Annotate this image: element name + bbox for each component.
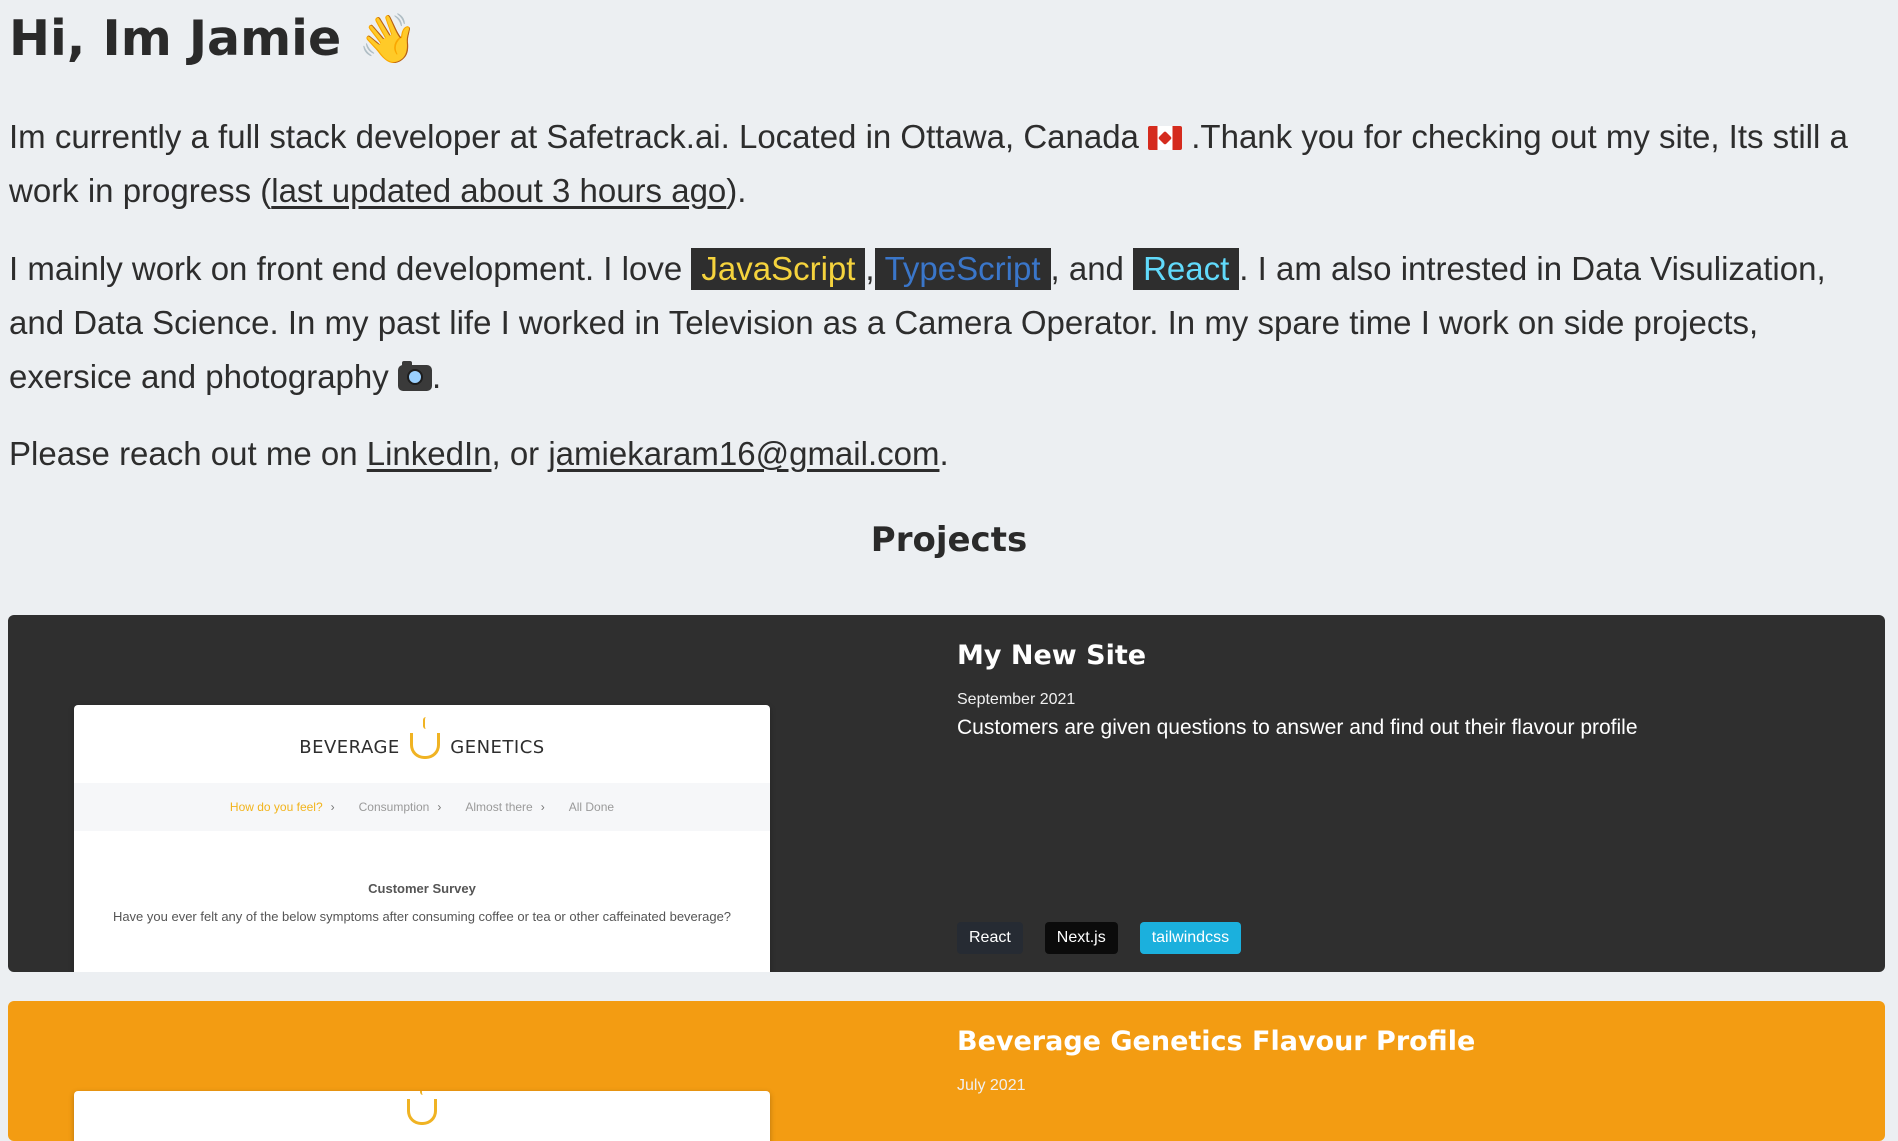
project-card-beverage-genetics[interactable]: Beverage Genetics Flavour Profile July 2… [8,1001,1885,1141]
preview-brand-left: BEVERAGE [299,737,400,758]
preview-survey-question: Have you ever felt any of the below symp… [112,909,732,924]
project-preview-image: BEVERAGE GENETICS How do you feel? › Cons… [74,705,770,972]
tag-react: React [957,922,1023,954]
project-info: My New Site September 2021 Customers are… [957,639,1865,743]
tag-nextjs: Next.js [1044,922,1118,954]
preview-step: Almost there › [465,800,545,814]
chevron-right-icon: › [437,800,442,814]
contact-or: , or [491,435,540,472]
intro-text-end: ). [726,172,747,209]
intro-paragraph: Im currently a full stack developer at S… [9,110,1889,218]
linkedin-link[interactable]: LinkedIn [367,435,492,472]
project-info: Beverage Genetics Flavour Profile July 2… [957,1025,1865,1097]
preview-steps: How do you feel? › Consumption › Almost th… [74,783,770,831]
projects-heading: Projects [870,520,1028,560]
camera-icon [397,361,432,391]
preview-brand-logo: BEVERAGE GENETICS [74,717,770,759]
project-description: Customers are given questions to answer … [957,716,1638,739]
react-highlight: React [1133,248,1240,290]
preview-brand-right: GENETICS [450,737,545,758]
preview-step: All Done [568,800,615,814]
hero-title-text: Hi, Im Jamie [9,10,342,67]
contact-text: Please reach out me on [9,435,358,472]
intro-text: Im currently a full stack developer at S… [9,118,1139,155]
preview-step: Consumption › [358,800,442,814]
skills-and: , and [1050,250,1124,287]
coffee-cup-icon [410,717,441,759]
canada-flag-icon [1148,126,1183,150]
javascript-highlight: JavaScript [691,248,866,290]
contact-paragraph: Please reach out me on LinkedIn, or jami… [9,427,1889,481]
skills-text: I mainly work on front end development. … [9,250,683,287]
project-card-my-new-site[interactable]: BEVERAGE GENETICS How do you feel? › Cons… [8,615,1885,972]
project-date: September 2021 [957,691,1076,708]
skills-paragraph: I mainly work on front end development. … [9,242,1889,404]
project-tags: React Next.js tailwindcss [957,922,1242,954]
project-title[interactable]: My New Site [957,639,1865,673]
skills-comma: , [865,250,875,287]
chevron-right-icon: › [330,800,335,814]
skills-period: . [431,358,442,395]
preview-brand-logo [74,1091,770,1125]
typescript-highlight: TypeScript [874,248,1051,290]
preview-survey-title: Customer Survey [368,881,476,896]
coffee-cup-icon [407,1091,437,1125]
page: Hi, Im Jamie 👋 Im currently a full stack… [0,0,1898,1141]
project-preview-image [74,1091,770,1141]
project-date: July 2021 [957,1077,1026,1094]
project-title[interactable]: Beverage Genetics Flavour Profile [957,1025,1865,1059]
preview-step: How do you feel? › [229,800,335,814]
hero-title: Hi, Im Jamie 👋 [9,4,418,74]
tag-tailwindcss: tailwindcss [1139,922,1242,954]
contact-period: . [939,435,949,472]
last-updated-link[interactable]: last updated about 3 hours ago [271,172,726,209]
waving-hand-icon: 👋 [358,11,419,67]
email-link[interactable]: jamiekaram16@gmail.com [548,435,939,472]
chevron-right-icon: › [540,800,545,814]
